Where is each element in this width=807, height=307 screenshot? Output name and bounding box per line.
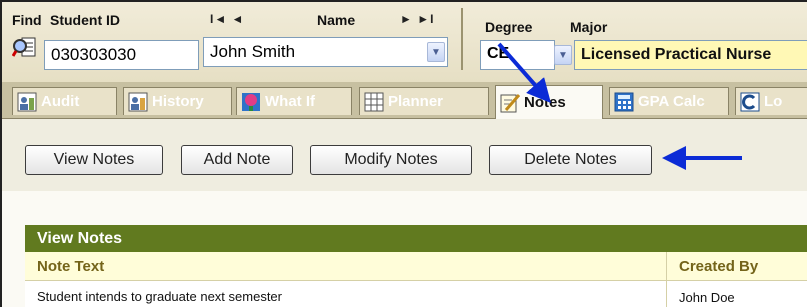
tab-label: History <box>152 93 204 110</box>
tab-history[interactable]: History <box>123 87 232 115</box>
header-divider <box>461 8 463 70</box>
column-created-by: Created By <box>679 258 759 275</box>
tab-label: Lo <box>764 93 783 110</box>
notes-icon <box>500 93 520 112</box>
nav-next-last-buttons[interactable]: ► ►I <box>400 12 434 26</box>
view-notes-button[interactable]: View Notes <box>25 145 163 175</box>
tab-label: Planner <box>388 93 444 110</box>
student-id-label: Student ID <box>50 12 120 28</box>
notes-toolbar: View Notes Add Note Modify Notes Delete … <box>2 119 807 191</box>
add-note-button[interactable]: Add Note <box>181 145 293 175</box>
tab-gpa-calc[interactable]: GPA Calc <box>609 87 729 115</box>
tab-label: GPA Calc <box>638 93 705 110</box>
tab-notes[interactable]: Notes <box>495 85 603 119</box>
table-row[interactable]: Student intends to graduate next semeste… <box>25 281 807 307</box>
delete-notes-button[interactable]: Delete Notes <box>489 145 652 175</box>
view-notes-panel: View Notes Note Text Created By Student … <box>25 225 807 307</box>
chevron-down-icon[interactable]: ▼ <box>427 42 445 62</box>
student-id-field[interactable]: 030303030 <box>44 40 199 70</box>
logout-icon <box>740 92 760 111</box>
history-icon <box>128 92 148 111</box>
tab-planner[interactable]: Planner <box>359 87 489 115</box>
student-header: Find Student ID 030303030 I◄ ◄ Name ► ►I… <box>2 2 807 82</box>
nav-first-prev-buttons[interactable]: I◄ ◄ <box>210 12 244 26</box>
tab-label: Notes <box>524 94 566 111</box>
tab-label: What If <box>265 93 315 110</box>
app-window: Find Student ID 030303030 I◄ ◄ Name ► ►I… <box>0 0 807 307</box>
created-by-cell: John Doe <box>679 290 735 305</box>
note-text-cell: Student intends to graduate next semeste… <box>37 289 282 304</box>
modify-notes-button[interactable]: Modify Notes <box>310 145 472 175</box>
degree-select[interactable]: CE <box>480 40 555 70</box>
find-student-icon[interactable] <box>12 34 38 60</box>
student-name-value: John Smith <box>210 42 296 61</box>
planner-icon <box>364 92 384 111</box>
panel-title: View Notes <box>25 225 807 252</box>
calculator-icon <box>614 92 634 111</box>
what-if-icon <box>242 92 260 111</box>
column-note-text: Note Text <box>37 258 105 275</box>
degree-label: Degree <box>485 19 533 35</box>
audit-icon <box>17 92 37 111</box>
tab-label: Audit <box>41 93 80 110</box>
tab-what-if[interactable]: What If <box>236 87 352 115</box>
chevron-down-icon[interactable]: ▼ <box>554 45 572 65</box>
column-divider <box>666 252 667 280</box>
find-label: Find <box>12 12 42 28</box>
table-header: Note Text Created By <box>25 252 807 281</box>
degree-value: CE <box>487 45 510 62</box>
notes-content: View Notes Add Note Modify Notes Delete … <box>2 119 807 307</box>
column-divider <box>666 281 667 307</box>
major-label: Major <box>570 19 608 35</box>
student-name-select[interactable]: John Smith <box>203 37 448 67</box>
tab-logout[interactable]: Lo <box>735 87 807 115</box>
name-label: Name <box>317 12 356 28</box>
tab-audit[interactable]: Audit <box>12 87 117 115</box>
tab-bar: Audit History What If Planner Notes GPA … <box>2 82 807 119</box>
major-field[interactable]: Licensed Practical Nurse <box>574 40 807 70</box>
